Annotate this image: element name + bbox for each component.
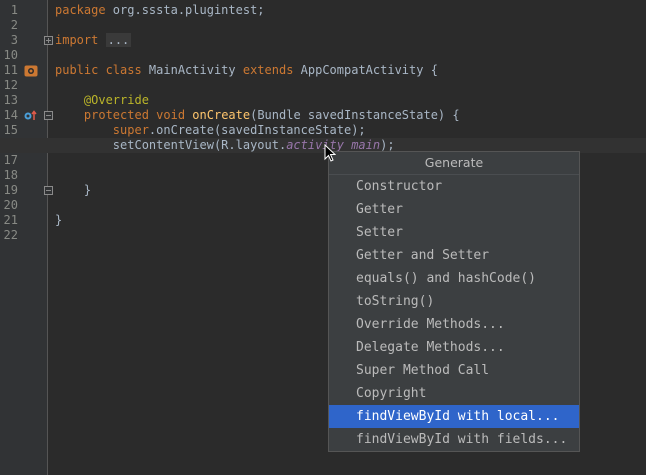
code-line-text: }: [55, 213, 62, 228]
code-token: @Override: [83, 93, 149, 107]
generate-menu-item[interactable]: Getter: [329, 198, 579, 221]
generate-menu-item[interactable]: equals() and hashCode(): [329, 267, 579, 290]
popup-menu-list: Constructor Getter Setter Getter and Setter…: [329, 175, 579, 451]
generate-menu-item[interactable]: Constructor: [329, 175, 579, 198]
code-token: AppCompatActivity {: [293, 63, 438, 77]
code-line-text: import ...: [55, 33, 132, 48]
code-line[interactable]: import ...: [0, 33, 646, 48]
code-token: org.sssta.plugintest;: [105, 3, 265, 17]
code-token: (Bundle savedInstanceState) {: [250, 108, 460, 122]
code-token: .onCreate(savedInstanceState);: [148, 123, 366, 137]
code-line-text: }: [55, 183, 91, 198]
code-token: MainActivity: [141, 63, 243, 77]
folded-imports-button[interactable]: ...: [105, 33, 132, 47]
code-line[interactable]: [0, 18, 646, 33]
generate-menu-item[interactable]: Copyright: [329, 382, 579, 405]
code-token: setContentView(R.layout.: [55, 138, 287, 152]
code-line[interactable]: @Override: [0, 93, 646, 108]
code-token: extends: [242, 63, 294, 77]
code-token: }: [55, 213, 63, 227]
generate-menu-item[interactable]: Override Methods...: [329, 313, 579, 336]
code-line-text: @Override: [55, 93, 149, 108]
code-line[interactable]: [0, 48, 646, 63]
code-token: protected void: [83, 108, 186, 122]
popup-title: Generate: [329, 152, 579, 175]
code-token: super: [112, 123, 149, 137]
mouse-cursor-icon: [324, 143, 337, 162]
code-line[interactable]: package org.sssta.plugintest;: [0, 3, 646, 18]
fold-marker-icon[interactable]: [44, 186, 53, 195]
generate-menu-item[interactable]: findViewById with local...: [329, 405, 579, 428]
generate-popup[interactable]: Generate Constructor Getter Setter Getter a…: [328, 151, 580, 452]
generate-menu-item[interactable]: Super Method Call: [329, 359, 579, 382]
code-token: onCreate: [192, 108, 251, 122]
code-line-text: package org.sssta.plugintest;: [55, 3, 265, 18]
code-token: package: [55, 3, 106, 17]
code-token: public class: [55, 63, 142, 77]
code-line[interactable]: [0, 78, 646, 93]
code-line-text: super.onCreate(savedInstanceState);: [55, 123, 366, 138]
generate-menu-item[interactable]: Setter: [329, 221, 579, 244]
code-line[interactable]: public class MainActivity extends AppCom…: [0, 63, 646, 78]
code-line[interactable]: protected void onCreate(Bundle savedInst…: [0, 108, 646, 123]
code-line-text: protected void onCreate(Bundle savedInst…: [55, 108, 460, 123]
generate-menu-item[interactable]: findViewById with fields...: [329, 428, 579, 451]
fold-marker-icon[interactable]: [44, 111, 53, 120]
code-token: import: [55, 33, 99, 47]
fold-marker-icon[interactable]: [44, 36, 53, 45]
code-line-text: public class MainActivity extends AppCom…: [55, 63, 438, 78]
code-line[interactable]: super.onCreate(savedInstanceState);: [0, 123, 646, 138]
generate-menu-item[interactable]: Getter and Setter: [329, 244, 579, 267]
code-token: );: [380, 138, 395, 152]
generate-menu-item[interactable]: Delegate Methods...: [329, 336, 579, 359]
generate-menu-item[interactable]: toString(): [329, 290, 579, 313]
code-token: }: [55, 183, 92, 197]
